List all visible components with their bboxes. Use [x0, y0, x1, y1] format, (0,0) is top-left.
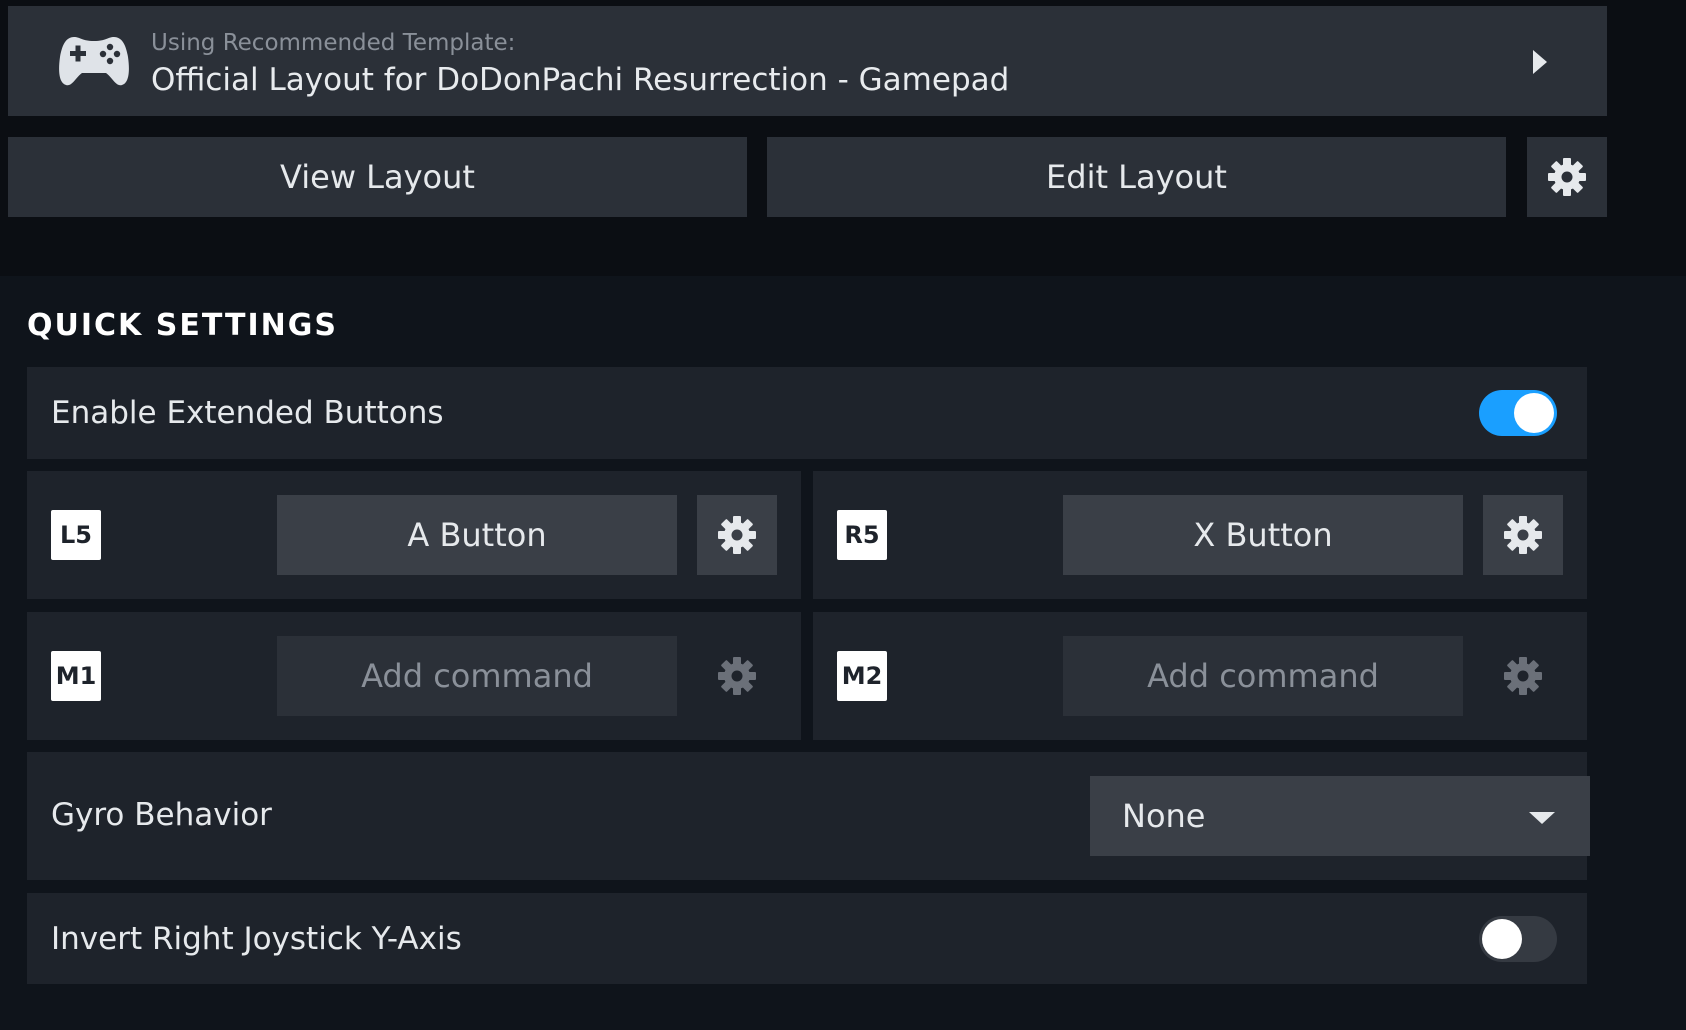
- gear-icon: [1504, 657, 1542, 695]
- r5-badge: R5: [837, 510, 887, 560]
- extended-buttons-toggle[interactable]: [1479, 390, 1557, 436]
- binding-row-l5: L5 A Button: [27, 471, 801, 599]
- l5-command-button[interactable]: A Button: [277, 495, 677, 575]
- m2-badge: M2: [837, 651, 887, 701]
- binding-row-r5: R5 X Button: [813, 471, 1587, 599]
- l5-badge: L5: [51, 510, 101, 560]
- toggle-knob: [1514, 393, 1554, 433]
- layout-settings-button[interactable]: [1527, 137, 1607, 217]
- quick-settings-title: QUICK SETTINGS: [27, 308, 338, 343]
- template-banner[interactable]: Using Recommended Template: Official Lay…: [8, 6, 1607, 116]
- chevron-right-icon: [1533, 50, 1547, 74]
- r5-command-button[interactable]: X Button: [1063, 495, 1463, 575]
- gyro-behavior-value: None: [1122, 797, 1206, 835]
- gear-icon: [718, 657, 756, 695]
- binding-row-m2: M2 Add command: [813, 612, 1587, 740]
- chevron-down-icon: [1529, 812, 1555, 824]
- edit-layout-button[interactable]: Edit Layout: [767, 137, 1506, 217]
- gamepad-icon: [59, 37, 129, 86]
- extended-buttons-label: Enable Extended Buttons: [51, 395, 444, 431]
- m2-add-command-button[interactable]: Add command: [1063, 636, 1463, 716]
- gear-icon: [1548, 158, 1586, 196]
- template-caption: Using Recommended Template:: [151, 30, 516, 56]
- m1-add-command-button[interactable]: Add command: [277, 636, 677, 716]
- l5-settings-button[interactable]: [697, 495, 777, 575]
- invert-right-y-row[interactable]: Invert Right Joystick Y-Axis: [27, 893, 1587, 984]
- view-layout-button[interactable]: View Layout: [8, 137, 747, 217]
- gear-icon: [718, 516, 756, 554]
- m2-settings-button[interactable]: [1483, 636, 1563, 716]
- gyro-behavior-dropdown[interactable]: None: [1090, 776, 1590, 856]
- binding-row-m1: M1 Add command: [27, 612, 801, 740]
- m1-badge: M1: [51, 651, 101, 701]
- r5-settings-button[interactable]: [1483, 495, 1563, 575]
- template-name: Official Layout for DoDonPachi Resurrect…: [151, 62, 1010, 98]
- template-text: Using Recommended Template: Official Lay…: [151, 28, 1009, 102]
- extended-buttons-row[interactable]: Enable Extended Buttons: [27, 367, 1587, 459]
- gear-icon: [1504, 516, 1542, 554]
- invert-right-y-label: Invert Right Joystick Y-Axis: [51, 921, 462, 957]
- m1-settings-button[interactable]: [697, 636, 777, 716]
- gyro-behavior-label: Gyro Behavior: [51, 797, 272, 833]
- invert-right-y-toggle[interactable]: [1479, 916, 1557, 962]
- gyro-behavior-row: Gyro Behavior None: [27, 752, 1590, 880]
- toggle-knob: [1482, 919, 1522, 959]
